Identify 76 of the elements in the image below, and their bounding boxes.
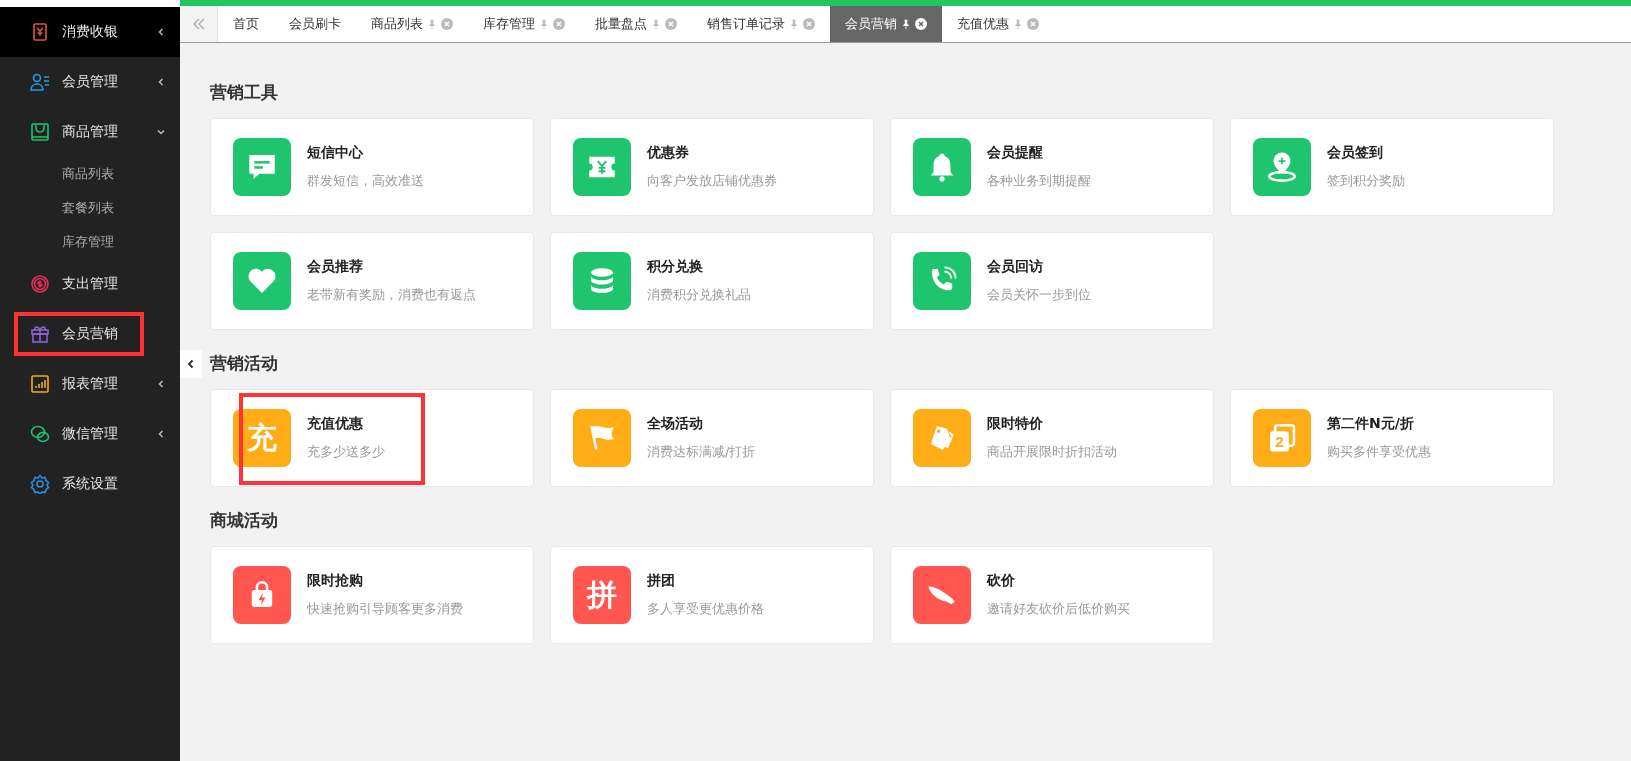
card-title: 限时特价 [987, 415, 1044, 433]
sidebar-subitem[interactable]: 商品列表 [0, 157, 180, 191]
character-icon: 充 [233, 409, 291, 467]
tab[interactable]: 会员刷卡 [274, 6, 356, 42]
double-chevron-left-icon [191, 17, 206, 31]
sidebar-label: 消费收银 [62, 22, 119, 41]
card-title: 限时抢购 [307, 572, 364, 590]
card-title: 会员推荐 [307, 258, 364, 276]
sidebar-item[interactable]: 支出管理 [0, 259, 180, 309]
feature-card[interactable]: 限时抢购 快速抢购引导顾客更多消费 [210, 546, 534, 644]
feature-card[interactable]: 会员推荐 老带新有奖励，消费也有返点 [210, 232, 534, 330]
card-description: 消费积分兑换礼品 [647, 286, 751, 304]
sidebar-subitem[interactable]: 套餐列表 [0, 191, 180, 225]
card-description: 老带新有奖励，消费也有返点 [307, 286, 476, 304]
card-description: 多人享受更优惠价格 [647, 600, 764, 618]
feature-card[interactable]: 短信中心 群发短信，高效准送 [210, 118, 534, 216]
sidebar-label: 商品管理 [62, 122, 119, 141]
card-title: 会员签到 [1327, 144, 1384, 162]
feature-card[interactable]: 会员签到 签到积分奖励 [1230, 118, 1554, 216]
sidebar-item[interactable]: 系统设置 [0, 459, 180, 509]
section-title: 营销工具 [210, 81, 279, 104]
card-description: 快速抢购引导顾客更多消费 [307, 600, 463, 618]
members-icon [30, 72, 50, 92]
feature-card[interactable]: 限时特价 商品开展限时折扣活动 [890, 389, 1214, 487]
card-description: 消费达标满减/打折 [647, 443, 756, 461]
sidebar-label: 微信管理 [62, 424, 119, 443]
chevron-left-icon [186, 359, 196, 369]
feature-card[interactable]: 全场活动 消费达标满减/打折 [550, 389, 874, 487]
sidebar-item[interactable]: 消费收银 [0, 7, 180, 57]
section-title: 商城活动 [210, 509, 279, 532]
settings-icon [30, 474, 50, 494]
card-title: 短信中心 [307, 144, 364, 162]
card-description: 群发短信，高效准送 [307, 172, 424, 190]
sidebar-label: 会员营销 [62, 324, 119, 343]
card-title: 充值优惠 [307, 415, 364, 433]
second-icon: 2 [1253, 409, 1311, 467]
sidebar-item[interactable]: 报表管理 [0, 359, 180, 409]
card-title: 拼团 [647, 572, 676, 590]
card-description: 充多少送多少 [307, 443, 385, 461]
card-title: 全场活动 [647, 415, 704, 433]
collapse-sidebar-button[interactable] [180, 350, 202, 378]
card-description: 向客户发放店铺优惠券 [647, 172, 777, 190]
feature-card[interactable]: 2 第二件N元/折 购买多件享受优惠 [1230, 389, 1554, 487]
sidebar-label: 报表管理 [62, 374, 119, 393]
sidebar-item[interactable]: 会员营销 [0, 309, 180, 359]
feature-card[interactable]: 砍价 邀请好友砍价后低价购买 [890, 546, 1214, 644]
card-description: 邀请好友砍价后低价购买 [987, 600, 1130, 618]
sidebar-item[interactable]: 商品管理 [0, 107, 180, 157]
section-title: 营销活动 [210, 352, 279, 375]
card-title: 会员提醒 [987, 144, 1044, 162]
feature-card[interactable]: 拼 拼团 多人享受更优惠价格 [550, 546, 874, 644]
close-icon[interactable] [915, 18, 927, 30]
card-title: 会员回访 [987, 258, 1044, 276]
card-description: 各种业务到期提醒 [987, 172, 1091, 190]
card-title: 积分兑换 [647, 258, 704, 276]
feature-card[interactable]: 会员提醒 各种业务到期提醒 [890, 118, 1214, 216]
sidebar-item[interactable]: 会员管理 [0, 57, 180, 107]
sidebar-label: 系统设置 [62, 474, 119, 493]
feature-card[interactable]: 充 充值优惠 充多少送多少 [210, 389, 534, 487]
sidebar-item[interactable]: 微信管理 [0, 409, 180, 459]
feature-card[interactable]: 积分兑换 消费积分兑换礼品 [550, 232, 874, 330]
card-description: 签到积分奖励 [1327, 172, 1405, 190]
card-description: 商品开展限时折扣活动 [987, 443, 1117, 461]
card-title: 第二件N元/折 [1327, 415, 1415, 433]
feature-card[interactable]: 优惠券 向客户发放店铺优惠券 [550, 118, 874, 216]
card-description: 购买多件享受优惠 [1327, 443, 1431, 461]
sidebar-subitem[interactable]: 库存管理 [0, 225, 180, 259]
card-title: 砍价 [987, 572, 1016, 590]
tab[interactable]: 首页 [218, 6, 274, 42]
scroll-left-button[interactable] [180, 6, 218, 42]
sidebar-label: 支出管理 [62, 274, 119, 293]
tab[interactable]: 会员营销 [830, 6, 942, 42]
gift-icon [30, 324, 50, 344]
sidebar-label: 会员管理 [62, 72, 119, 91]
card-title: 优惠券 [647, 144, 690, 162]
character-icon: 拼 [573, 566, 631, 624]
